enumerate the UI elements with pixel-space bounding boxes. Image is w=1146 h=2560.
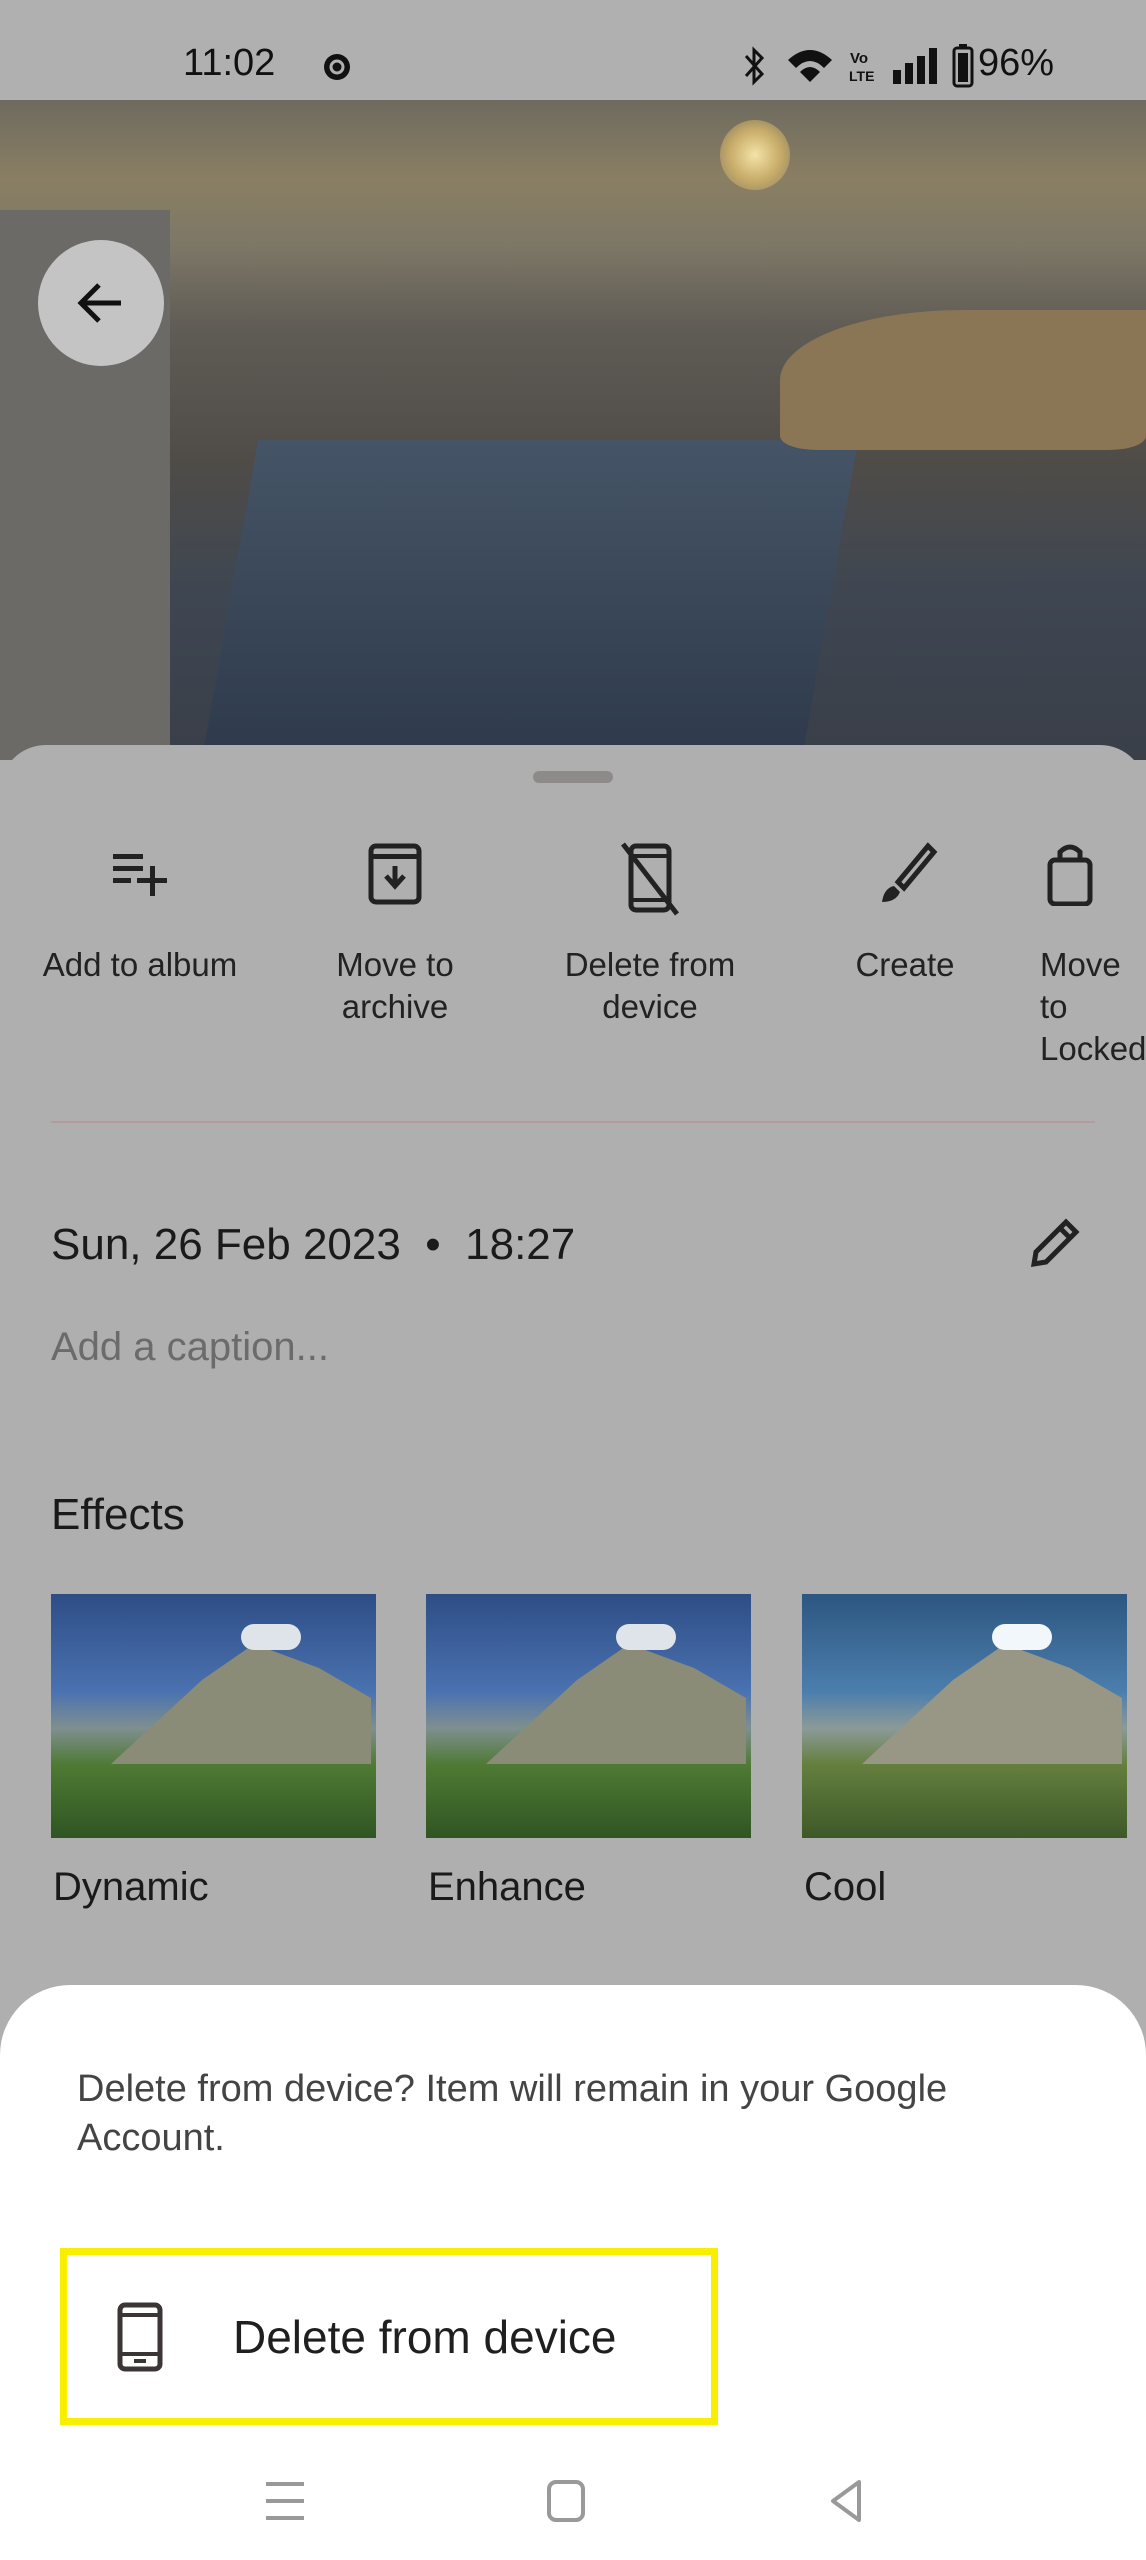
mobile-off-icon — [621, 842, 679, 916]
caption-input[interactable]: Add a caption... — [51, 1325, 329, 1370]
action-label: Add to album — [42, 946, 238, 983]
delete-from-device-button[interactable]: Delete from device — [530, 840, 770, 1028]
create-button[interactable]: Create — [785, 840, 1025, 986]
app-notification-icon — [324, 54, 350, 80]
navigation-bar — [0, 2460, 1146, 2560]
back-icon[interactable] — [825, 2478, 869, 2524]
pencil-icon[interactable] — [1022, 1212, 1084, 1274]
volte-icon: VoLTE — [849, 50, 874, 84]
svg-text:Vo: Vo — [850, 50, 868, 67]
archive-icon — [368, 843, 422, 905]
action-label: Create — [855, 946, 955, 983]
move-to-archive-button[interactable]: Move to archive — [275, 840, 515, 1028]
svg-text:LTE: LTE — [849, 68, 874, 84]
photo-pool — [201, 440, 859, 760]
effect-label: Dynamic — [53, 1865, 209, 1909]
lock-folder-icon — [1047, 844, 1093, 906]
playlist-add-icon — [113, 854, 167, 896]
effect-thumb-enhance[interactable] — [426, 1594, 751, 1838]
divider — [51, 1121, 1095, 1123]
effect-thumb-cool[interactable] — [802, 1594, 1127, 1838]
battery-icon — [952, 44, 974, 88]
delete-from-device-confirm-button[interactable]: Delete from device — [60, 2248, 718, 2425]
drag-handle[interactable] — [533, 771, 613, 783]
battery-percent: 96% — [978, 42, 1055, 84]
effect-label: Cool — [804, 1865, 887, 1909]
action-label: Move to Locked — [1040, 946, 1146, 1067]
back-button[interactable] — [38, 240, 164, 366]
photo-view[interactable] — [0, 100, 1146, 760]
move-to-locked-button[interactable]: Move to Locked — [1040, 840, 1146, 1070]
effects-title: Effects — [51, 1490, 185, 1539]
photo-sun — [720, 120, 790, 190]
home-icon[interactable] — [545, 2478, 589, 2524]
status-time: 11:02 — [183, 42, 276, 84]
signal-icon — [893, 48, 937, 84]
arrow-back-icon — [77, 283, 121, 323]
effect-label: Enhance — [428, 1865, 586, 1909]
photo-date: Sun, 26 Feb 2023 • 18:27 — [51, 1220, 576, 1269]
recents-icon[interactable] — [262, 2478, 306, 2524]
smartphone-icon — [117, 2302, 163, 2371]
brush-icon — [882, 842, 938, 902]
button-label: Delete from device — [233, 2310, 617, 2363]
action-label: Move to archive — [336, 946, 454, 1025]
action-label: Delete from device — [564, 946, 736, 1025]
dialog-message: Delete from device? Item will remain in … — [77, 2068, 948, 2159]
effect-thumb-dynamic[interactable] — [51, 1594, 376, 1838]
bluetooth-icon — [744, 46, 765, 86]
status-bar: 11:02 Vo LTE 96% — [0, 0, 1146, 100]
photo-umbrella — [780, 310, 1146, 450]
add-to-album-button[interactable]: Add to album — [20, 840, 260, 986]
wifi-icon — [788, 50, 832, 82]
